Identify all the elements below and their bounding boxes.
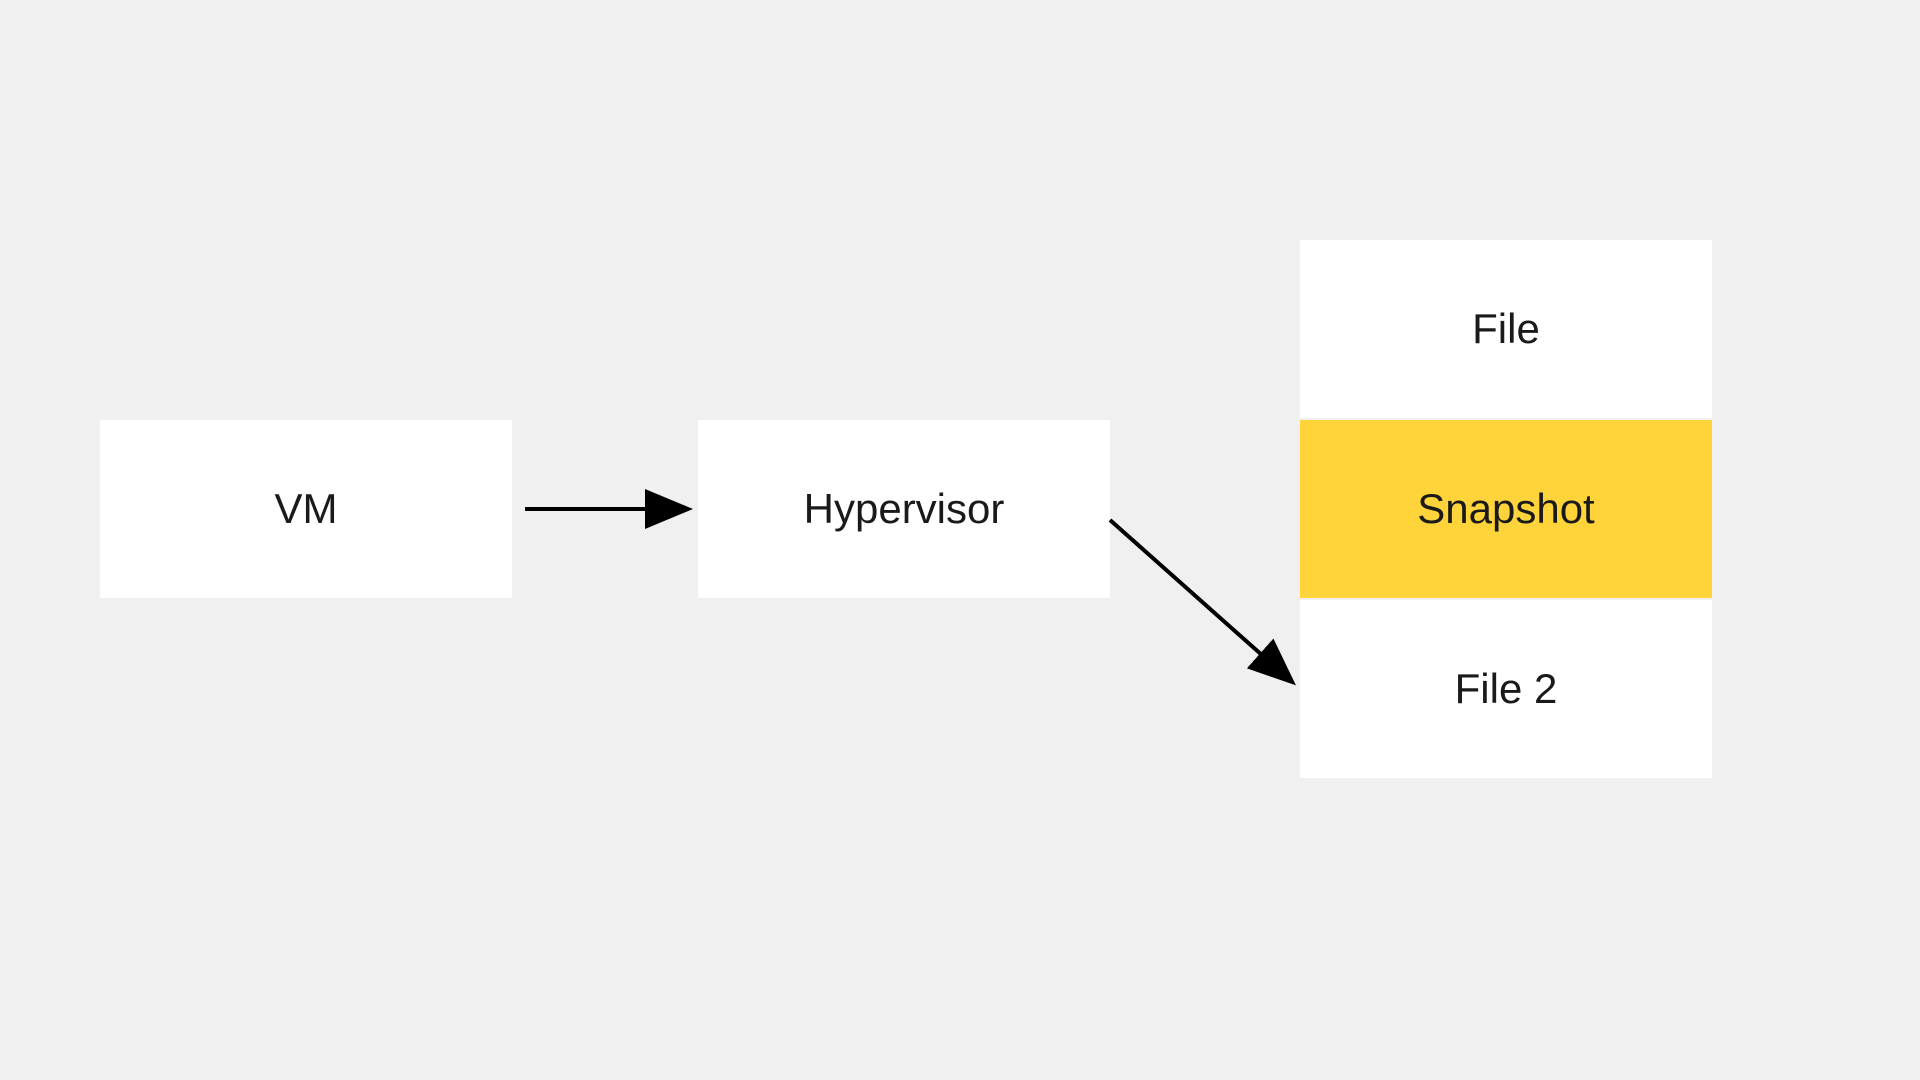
- node-snapshot: Snapshot: [1300, 420, 1712, 598]
- node-snapshot-label: Snapshot: [1417, 485, 1594, 533]
- node-file: File: [1300, 240, 1712, 418]
- node-vm: VM: [100, 420, 512, 598]
- arrow-hypervisor-to-file2: [1110, 520, 1290, 680]
- node-hypervisor: Hypervisor: [698, 420, 1110, 598]
- node-vm-label: VM: [275, 485, 338, 533]
- node-file-label: File: [1472, 305, 1540, 353]
- node-file2: File 2: [1300, 600, 1712, 778]
- node-hypervisor-label: Hypervisor: [804, 485, 1005, 533]
- node-file2-label: File 2: [1455, 665, 1558, 713]
